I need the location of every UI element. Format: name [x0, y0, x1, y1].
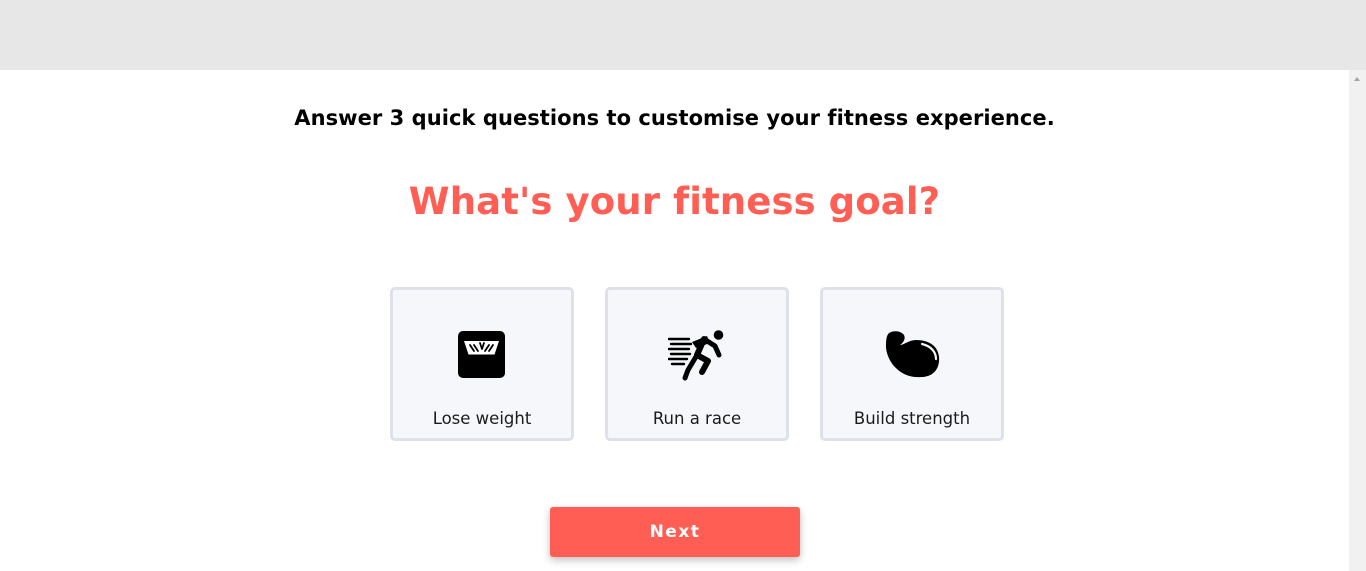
next-button[interactable]: Next [550, 507, 800, 557]
option-build-strength[interactable]: Build strength [820, 287, 1004, 441]
intro-text: Answer 3 quick questions to customise yo… [294, 106, 1055, 130]
browser-top-bar [0, 0, 1366, 70]
scrollbar[interactable] [1349, 70, 1366, 571]
option-label: Run a race [652, 409, 742, 428]
scroll-up-arrow-icon[interactable] [1354, 77, 1360, 81]
option-run-a-race[interactable]: Run a race [605, 287, 789, 441]
option-label: Build strength [853, 409, 971, 428]
option-lose-weight[interactable]: Lose weight [390, 287, 574, 441]
scale-icon [393, 328, 571, 382]
option-label: Lose weight [432, 409, 532, 428]
runner-icon [608, 328, 786, 382]
flexed-arm-icon [823, 328, 1001, 382]
question-heading: What's your fitness goal? [408, 180, 941, 223]
